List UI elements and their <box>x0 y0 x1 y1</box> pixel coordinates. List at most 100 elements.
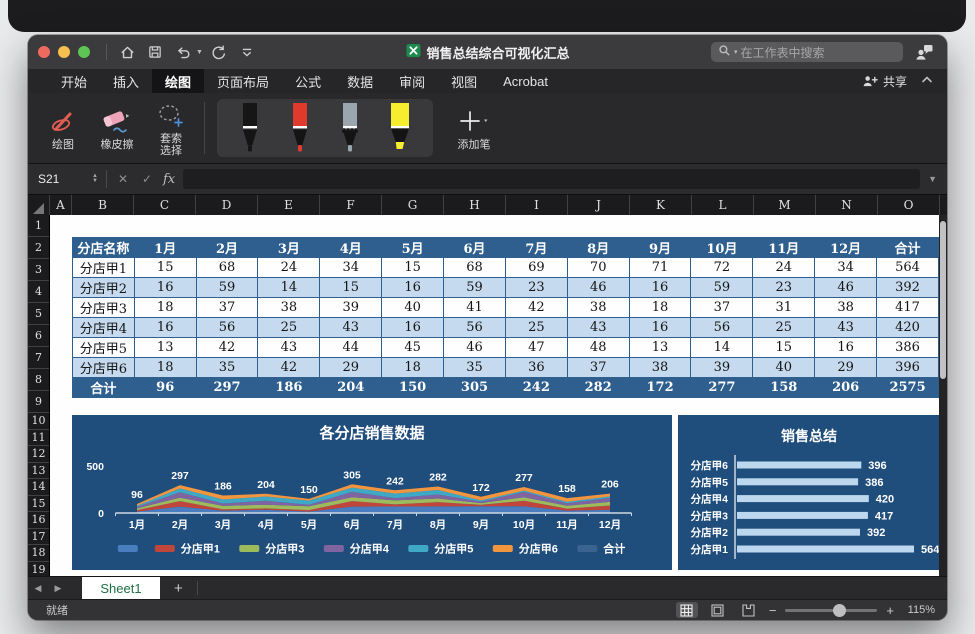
table-cell[interactable]: 6月 <box>444 238 506 258</box>
table-cell[interactable]: 34 <box>320 258 382 278</box>
table-cell[interactable]: 5月 <box>382 238 444 258</box>
column-header-M[interactable]: M <box>754 195 816 215</box>
add-pen-button[interactable]: 添加笔 <box>453 105 495 151</box>
row-header-16[interactable]: 16 <box>28 512 49 529</box>
column-header-A[interactable]: A <box>50 195 72 215</box>
table-cell[interactable]: 29 <box>320 358 382 378</box>
table-cell[interactable]: 38 <box>629 358 691 378</box>
table-cell[interactable]: 44 <box>320 338 382 358</box>
ribbon-tab-3[interactable]: 页面布局 <box>204 69 282 93</box>
ribbon-tab-0[interactable]: 开始 <box>48 69 100 93</box>
zoom-slider[interactable] <box>785 609 877 612</box>
row-header-10[interactable]: 10 <box>28 413 49 430</box>
next-sheet-icon[interactable]: ▶ <box>48 583 68 594</box>
row-header-13[interactable]: 13 <box>28 463 49 480</box>
row-header-15[interactable]: 15 <box>28 496 49 513</box>
table-cell[interactable]: 分店甲4 <box>73 318 135 338</box>
sheet-canvas[interactable]: 分店名称1月2月3月4月5月6月7月8月9月10月11月12月合计分店甲1156… <box>50 215 939 576</box>
search-input[interactable]: ▾ 在工作表中搜索 <box>711 42 903 62</box>
row-header-18[interactable]: 18 <box>28 545 49 562</box>
table-cell[interactable]: 68 <box>444 258 506 278</box>
table-cell[interactable]: 68 <box>196 258 258 278</box>
column-header-J[interactable]: J <box>568 195 630 215</box>
table-cell[interactable]: 40 <box>753 358 815 378</box>
normal-view-icon[interactable] <box>676 602 698 618</box>
table-cell[interactable]: 45 <box>382 338 444 358</box>
row-header-7[interactable]: 7 <box>28 347 49 369</box>
zoom-out-button[interactable]: − <box>769 603 777 618</box>
table-cell[interactable]: 72 <box>691 258 753 278</box>
zoom-slider-thumb[interactable] <box>833 604 846 617</box>
table-cell[interactable]: 18 <box>629 298 691 318</box>
customize-toolbar-icon[interactable] <box>235 40 259 64</box>
table-cell[interactable]: 18 <box>134 358 196 378</box>
table-cell[interactable]: 56 <box>444 318 506 338</box>
search-scope-caret[interactable]: ▾ <box>734 48 738 56</box>
table-cell[interactable]: 12月 <box>815 238 877 258</box>
table-cell[interactable]: 18 <box>382 358 444 378</box>
table-cell[interactable]: 42 <box>196 338 258 358</box>
zoom-window-button[interactable] <box>78 46 90 58</box>
table-cell[interactable]: 16 <box>382 318 444 338</box>
ribbon-tab-5[interactable]: 数据 <box>334 69 386 93</box>
table-cell[interactable]: 386 <box>877 338 939 358</box>
area-chart-object[interactable]: 各分店销售数据 500 0 96297186204150305242282172… <box>72 415 672 570</box>
table-cell[interactable]: 16 <box>629 278 691 298</box>
table-cell[interactable]: 25 <box>258 318 320 338</box>
table-cell[interactable]: 分店甲2 <box>73 278 135 298</box>
table-cell[interactable]: 297 <box>196 378 258 398</box>
table-cell[interactable]: 47 <box>505 338 567 358</box>
table-cell[interactable]: 13 <box>629 338 691 358</box>
table-cell[interactable]: 9月 <box>629 238 691 258</box>
table-cell[interactable]: 37 <box>691 298 753 318</box>
table-cell[interactable]: 46 <box>567 278 629 298</box>
table-cell[interactable]: 46 <box>444 338 506 358</box>
undo-icon[interactable] <box>171 40 195 64</box>
bar-chart-object[interactable]: 销售总结 分店甲6 396分店甲5 386分店甲4 420分店甲3 417分店甲… <box>678 415 939 570</box>
row-header-6[interactable]: 6 <box>28 325 49 347</box>
column-header-B[interactable]: B <box>72 195 134 215</box>
cancel-entry-icon[interactable]: ✕ <box>115 172 131 186</box>
formula-input[interactable] <box>183 169 920 189</box>
row-header-11[interactable]: 11 <box>28 430 49 447</box>
row-header-3[interactable]: 3 <box>28 259 49 281</box>
table-cell[interactable]: 40 <box>382 298 444 318</box>
name-box-spinner-icon[interactable]: ▲▼ <box>92 174 98 184</box>
table-cell[interactable]: 分店甲3 <box>73 298 135 318</box>
table-cell[interactable]: 38 <box>567 298 629 318</box>
ribbon-tab-8[interactable]: Acrobat <box>490 69 561 93</box>
table-cell[interactable]: 38 <box>258 298 320 318</box>
save-icon[interactable] <box>143 40 167 64</box>
table-cell[interactable]: 25 <box>753 318 815 338</box>
column-header-K[interactable]: K <box>630 195 692 215</box>
table-cell[interactable]: 43 <box>567 318 629 338</box>
row-header-8[interactable]: 8 <box>28 369 49 391</box>
table-cell[interactable]: 396 <box>877 358 939 378</box>
table-cell[interactable]: 282 <box>567 378 629 398</box>
table-cell[interactable]: 2575 <box>877 378 939 398</box>
table-cell[interactable]: 34 <box>815 258 877 278</box>
name-box[interactable]: S21 ▲▼ <box>38 172 98 186</box>
table-cell[interactable]: 59 <box>691 278 753 298</box>
share-button[interactable]: 共享 <box>862 73 907 90</box>
pen-black-marker[interactable] <box>233 101 267 155</box>
table-cell[interactable]: 16 <box>134 278 196 298</box>
table-cell[interactable]: 18 <box>134 298 196 318</box>
table-cell[interactable]: 37 <box>567 358 629 378</box>
table-cell[interactable]: 564 <box>877 258 939 278</box>
row-header-12[interactable]: 12 <box>28 446 49 463</box>
table-cell[interactable]: 16 <box>629 318 691 338</box>
page-layout-view-icon[interactable] <box>707 602 729 618</box>
eraser-tool-button[interactable]: 橡皮擦 <box>96 105 138 151</box>
pen-red-marker[interactable] <box>283 101 317 155</box>
table-cell[interactable]: 59 <box>196 278 258 298</box>
table-cell[interactable]: 43 <box>258 338 320 358</box>
table-cell[interactable]: 23 <box>505 278 567 298</box>
insert-function-icon[interactable]: fx <box>163 172 175 187</box>
select-all-corner[interactable] <box>28 195 50 215</box>
home-icon[interactable] <box>115 40 139 64</box>
table-cell[interactable]: 46 <box>815 278 877 298</box>
table-cell[interactable]: 204 <box>320 378 382 398</box>
table-cell[interactable]: 分店名称 <box>73 238 135 258</box>
column-header-D[interactable]: D <box>196 195 258 215</box>
